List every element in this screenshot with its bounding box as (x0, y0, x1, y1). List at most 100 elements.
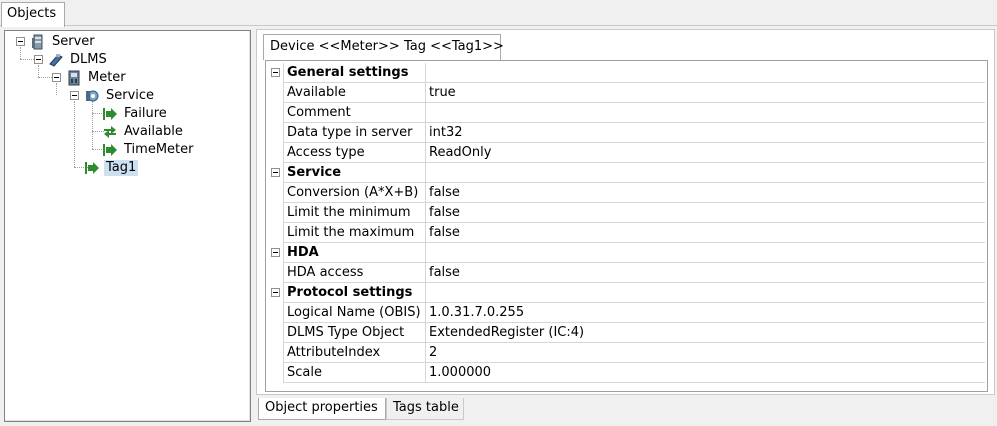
properties-panel: Device <<Meter>> Tag <<Tag1>> General se… (256, 29, 995, 395)
property-value[interactable]: 1.000000 (426, 363, 985, 383)
tab-object-properties[interactable]: Object properties (258, 398, 386, 420)
property-row-conversion[interactable]: Conversion (A*X+B) false (268, 183, 985, 203)
grid-gutter (268, 263, 284, 283)
tree-node-label: Meter (88, 70, 126, 85)
property-name: Available (284, 83, 426, 103)
tree-node-meter[interactable]: Meter (5, 69, 205, 87)
property-value[interactable]: false (426, 263, 985, 283)
grid-gutter (268, 323, 284, 343)
property-name: Limit the minimum (284, 203, 426, 223)
tree-node-label: Server (52, 34, 95, 49)
property-row-dlms-type[interactable]: DLMS Type Object ExtendedRegister (IC:4) (268, 323, 985, 343)
collapse-icon[interactable] (70, 91, 79, 100)
property-value[interactable] (426, 103, 985, 123)
property-value[interactable]: false (426, 183, 985, 203)
collapse-icon[interactable] (52, 73, 61, 82)
tree-node-label: Failure (124, 106, 167, 121)
tag-arrow-icon (85, 162, 99, 174)
property-row-data-type[interactable]: Data type in server int32 (268, 123, 985, 143)
property-value[interactable]: false (426, 203, 985, 223)
tree-node-server[interactable]: Server (5, 33, 205, 51)
tag-bidirectional-icon (104, 126, 116, 138)
tree-node-label: Available (124, 124, 183, 139)
tab-objects[interactable]: Objects (1, 2, 65, 27)
collapse-icon[interactable] (16, 37, 25, 46)
object-tree[interactable]: Server DLMS Meter Service Failure Availa… (4, 30, 251, 422)
grid-gutter (268, 123, 284, 143)
group-hda[interactable]: HDA (268, 243, 985, 263)
property-value[interactable]: 1.0.31.7.0.255 (426, 303, 985, 323)
collapse-icon[interactable] (34, 55, 43, 64)
property-name: Logical Name (OBIS) (284, 303, 426, 323)
property-value[interactable]: 2 (426, 343, 985, 363)
grid-gutter (268, 303, 284, 323)
group-title: Service (284, 163, 426, 183)
property-row-hda-access[interactable]: HDA access false (268, 263, 985, 283)
property-row-comment[interactable]: Comment (268, 103, 985, 123)
group-value-cell (426, 283, 985, 303)
property-row-attribute-index[interactable]: AttributeIndex 2 (268, 343, 985, 363)
group-title: HDA (284, 243, 426, 263)
top-tab-bar: Objects (0, 0, 997, 27)
tree-node-tag1[interactable]: Tag1 (5, 159, 205, 177)
grid-gutter (268, 243, 284, 263)
grid-gutter (268, 363, 284, 383)
property-value[interactable]: ExtendedRegister (IC:4) (426, 323, 985, 343)
property-name: Conversion (A*X+B) (284, 183, 426, 203)
grid-gutter (268, 143, 284, 163)
tree-node-label: DLMS (70, 52, 107, 67)
property-row-limit-minimum[interactable]: Limit the minimum false (268, 203, 985, 223)
group-service[interactable]: Service (268, 163, 985, 183)
property-name: DLMS Type Object (284, 323, 426, 343)
property-row-access-type[interactable]: Access type ReadOnly (268, 143, 985, 163)
collapse-icon[interactable] (271, 288, 280, 297)
tree-node-available[interactable]: Available (5, 123, 205, 141)
property-grid[interactable]: General settings Available true Comment … (265, 60, 988, 392)
tree-node-label: Tag1 (104, 160, 139, 176)
property-row-scale[interactable]: Scale 1.000000 (268, 363, 985, 383)
tree-node-dlms[interactable]: DLMS (5, 51, 205, 69)
tag-arrow-icon (103, 144, 117, 156)
property-name: Limit the maximum (284, 223, 426, 243)
tab-device-tag[interactable]: Device <<Meter>> Tag <<Tag1>> (263, 34, 504, 60)
tree-node-failure[interactable]: Failure (5, 105, 205, 123)
property-value[interactable]: true (426, 83, 985, 103)
collapse-icon[interactable] (271, 68, 280, 77)
property-name: AttributeIndex (284, 343, 426, 363)
group-value-cell (426, 63, 985, 83)
server-icon (32, 34, 43, 50)
group-value-cell (426, 163, 985, 183)
tab-tags-table[interactable]: Tags table (386, 398, 464, 420)
collapse-icon[interactable] (271, 168, 280, 177)
group-general-settings[interactable]: General settings (268, 63, 985, 83)
property-value[interactable]: int32 (426, 123, 985, 143)
property-name: Access type (284, 143, 426, 163)
tree-node-timemeter[interactable]: TimeMeter (5, 141, 205, 159)
grid-gutter (268, 163, 284, 183)
collapse-icon[interactable] (271, 248, 280, 257)
group-value-cell (426, 243, 985, 263)
group-protocol-settings[interactable]: Protocol settings (268, 283, 985, 303)
tag-arrow-icon (103, 108, 117, 120)
property-value[interactable]: false (426, 223, 985, 243)
property-value[interactable]: ReadOnly (426, 143, 985, 163)
grid-gutter (268, 203, 284, 223)
grid-gutter (268, 223, 284, 243)
property-row-logical-name[interactable]: Logical Name (OBIS) 1.0.31.7.0.255 (268, 303, 985, 323)
property-row-limit-maximum[interactable]: Limit the maximum false (268, 223, 985, 243)
grid-gutter (268, 283, 284, 303)
grid-gutter (268, 343, 284, 363)
tree-node-label: Service (106, 88, 155, 103)
grid-gutter (268, 63, 284, 83)
property-name: HDA access (284, 263, 426, 283)
group-title: Protocol settings (284, 283, 426, 303)
property-name: Comment (284, 103, 426, 123)
service-gear-icon (86, 90, 99, 102)
property-grid-body: General settings Available true Comment … (268, 63, 985, 389)
group-title: General settings (284, 63, 426, 83)
meter-device-icon (68, 70, 80, 86)
tree-node-label: TimeMeter (124, 142, 194, 157)
property-row-available[interactable]: Available true (268, 83, 985, 103)
tree-node-service[interactable]: Service (5, 87, 205, 105)
grid-gutter (268, 83, 284, 103)
